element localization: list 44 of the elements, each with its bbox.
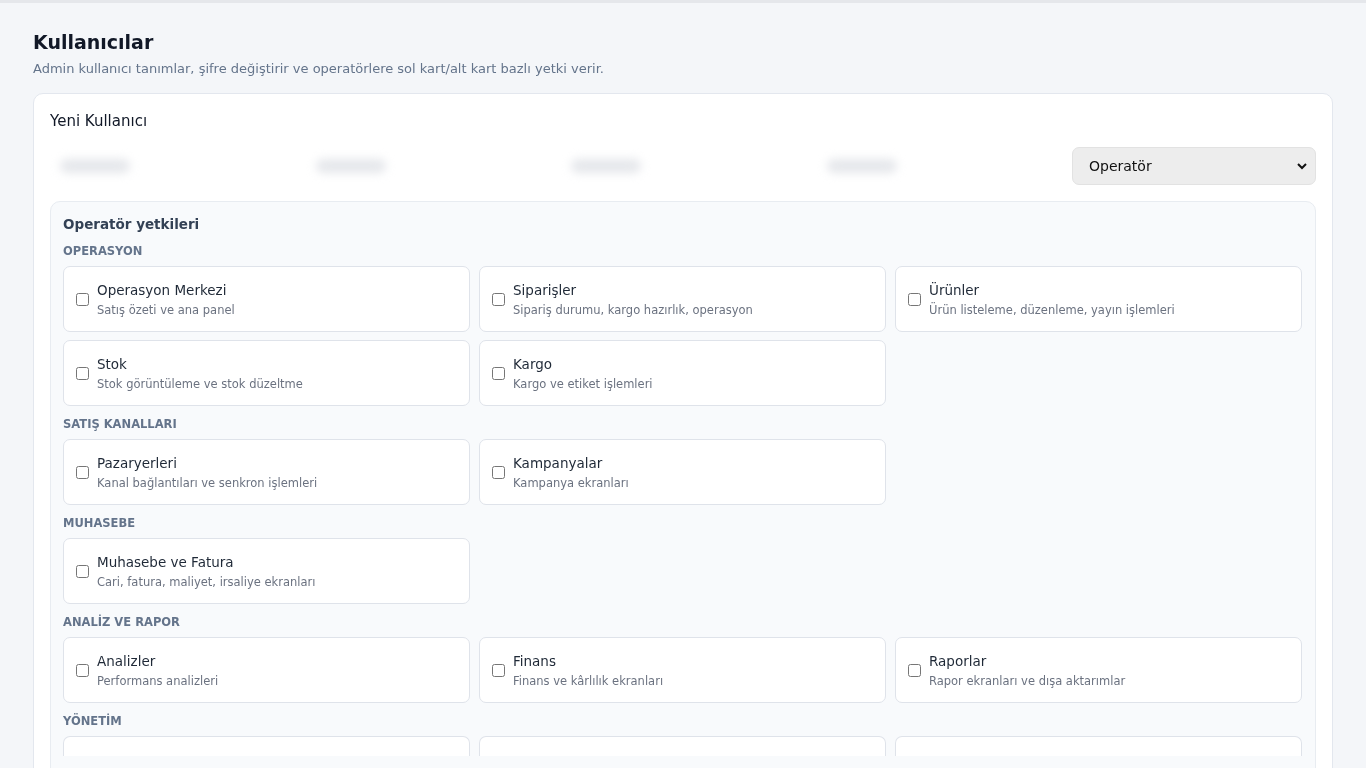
checkbox[interactable] [908,292,921,306]
checkbox[interactable] [492,366,505,380]
permission-description: Cari, fatura, maliyet, irsaliye ekranları [97,573,316,590]
checkbox[interactable] [76,663,89,677]
permission-description: Kampanya ekranları [513,474,629,491]
page-title: Kullanıcılar [33,30,155,55]
permission-description: Sipariş durumu, kargo hazırlık, operasyon [513,301,753,318]
permission-description: Satış özeti ve ana panel [97,301,235,318]
permission-description: Kargo ve etiket işlemleri [513,375,653,392]
permission-title: Stok [97,354,128,373]
section-heading: OPERASYON [63,244,144,258]
section-heading: MUHASEBE [63,516,137,530]
permission-title: Pazaryerleri [97,453,178,472]
permission-description: Rapor ekranları ve dışa aktarımlar [929,672,1126,689]
permission-description: Stok görüntüleme ve stok düzeltme [97,375,303,392]
section-heading: YÖNETİM [63,714,123,728]
checkbox[interactable] [492,465,505,479]
checkbox[interactable] [908,663,921,677]
checkbox[interactable] [76,564,89,578]
page-subtitle: Admin kullanıcı tanımlar, şifre değiştirir ve operatörlere sol kart/alt kart bazlı yetki verir. [33,61,605,76]
chevron-down-icon [1297,162,1307,170]
permission-description: Ürün listeleme, düzenleme, yayın işlemleri [929,301,1175,318]
checkbox[interactable] [492,292,505,306]
permission-title: Analizler [97,651,157,670]
permission-description: Finans ve kârlılık ekranları [513,672,664,689]
role-select[interactable]: Operatör [1072,147,1316,185]
permission-description: Performans analizleri [97,672,219,689]
permission-title: Muhasebe ve Fatura [97,552,235,571]
permissions-title: Operatör yetkileri [63,216,201,232]
permission-title: Ürünler [929,280,981,299]
permission-title: Kampanyalar [513,453,604,472]
permission-title: Kargo [513,354,554,373]
permission-title: Finans [513,651,557,670]
checkbox[interactable] [76,465,89,479]
permission-title: Raporlar [929,651,988,670]
permission-title: Siparişler [513,280,578,299]
section-heading: ANALİZ VE RAPOR [63,615,181,629]
checkbox[interactable] [76,292,89,306]
permission-title: Operasyon Merkezi [97,280,228,299]
checkbox[interactable] [492,663,505,677]
permission-description: Kanal bağlantıları ve senkron işlemleri [97,474,318,491]
section-heading: SATIŞ KANALLARI [63,417,178,431]
checkbox[interactable] [76,366,89,380]
form-title: Yeni Kullanıcı [50,112,149,130]
